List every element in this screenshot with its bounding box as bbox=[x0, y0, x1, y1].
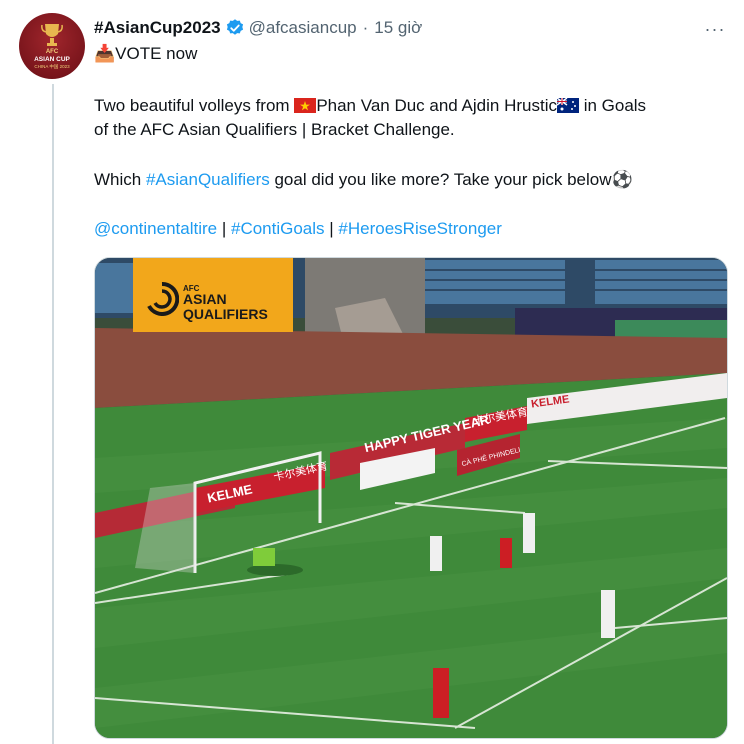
soccer-ball-icon: ⚽ bbox=[611, 170, 633, 189]
afc-asian-qualifiers-logo: AFC ASIAN QUALIFIERS bbox=[133, 258, 293, 332]
handle[interactable]: @afcasiancup bbox=[249, 18, 357, 38]
more-options-icon[interactable]: ··· bbox=[702, 16, 728, 42]
body-line-2: of the AFC Asian Qualifiers | Bracket Ch… bbox=[94, 120, 455, 139]
tweet-header: #AsianCup2023 @afcasiancup · 15 giờ bbox=[94, 16, 422, 40]
vietnam-flag-icon bbox=[294, 98, 317, 113]
trophy-icon bbox=[41, 24, 63, 46]
vote-text: VOTE now bbox=[115, 44, 198, 63]
afc-swirl-icon bbox=[147, 282, 179, 316]
verified-badge-icon bbox=[226, 19, 243, 35]
australia-flag-icon bbox=[556, 98, 579, 113]
hashtag-asianqualifiers-link[interactable]: #AsianQualifiers bbox=[146, 170, 270, 189]
body-text: Two beautiful volleys from bbox=[94, 96, 295, 115]
separator-dot: · bbox=[362, 18, 369, 37]
players-text: Phan Van Duc and Ajdin Hrustic bbox=[316, 96, 557, 115]
avatar-afc-text: AFC bbox=[45, 49, 59, 55]
hashtag-contigoals-link[interactable]: #ContiGoals bbox=[231, 219, 325, 238]
hashtag-heroesrisestronger-link[interactable]: #HeroesRiseStronger bbox=[338, 219, 501, 238]
video-media[interactable]: AFC ASIAN QUALIFIERS HAPPY TIGER YEAR KE… bbox=[94, 257, 728, 739]
tag-separator: | bbox=[324, 219, 339, 238]
mention-continentaltire-link[interactable]: @continentaltire bbox=[94, 219, 217, 238]
avatar-host-text: CHINA 中国 2023 bbox=[34, 64, 70, 69]
question-text: Which bbox=[94, 170, 146, 189]
avatar[interactable]: AFC ASIAN CUP CHINA 中国 2023 bbox=[19, 13, 85, 79]
vote-line: 📥VOTE now bbox=[94, 42, 197, 66]
timestamp[interactable]: 15 giờ bbox=[374, 18, 422, 38]
question-line: Which #AsianQualifiers goal did you like… bbox=[94, 168, 633, 192]
thread-line bbox=[52, 84, 54, 744]
tag-separator: | bbox=[217, 219, 231, 238]
avatar-cup-text: ASIAN CUP bbox=[34, 56, 70, 63]
body-text: in Goals bbox=[578, 96, 647, 115]
logo-qualifiers-text: QUALIFIERS bbox=[183, 306, 268, 322]
display-name[interactable]: #AsianCup2023 bbox=[94, 18, 221, 38]
download-box-icon: 📥 bbox=[94, 44, 116, 63]
tags-line: @continentaltire | #ContiGoals | #Heroes… bbox=[94, 217, 502, 241]
logo-asian-text: ASIAN bbox=[183, 291, 227, 307]
question-text: goal did you like more? Take your pick b… bbox=[269, 170, 612, 189]
body-line-1: Two beautiful volleys from Phan Van Duc … bbox=[94, 94, 646, 118]
